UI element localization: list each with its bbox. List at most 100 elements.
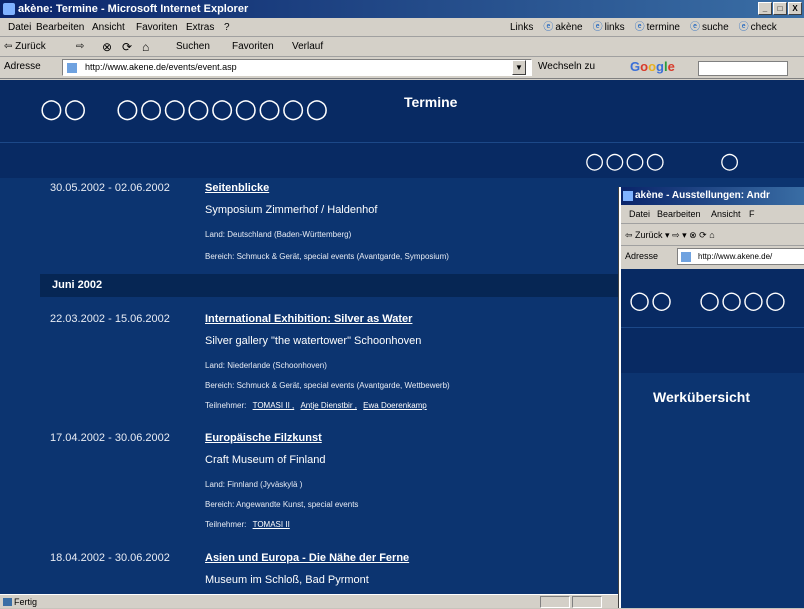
google-logo-g: G [630, 59, 641, 74]
event-bereich: Bereich: Schmuck & Gerät, special events… [205, 381, 450, 390]
close-button[interactable]: X [788, 2, 802, 15]
status-text: Fertig [14, 597, 38, 607]
link-suche[interactable]: suche [690, 18, 729, 37]
event-title-link[interactable]: Asien und Europa - Die Nähe der Ferne [205, 552, 409, 564]
menu-bearbeiten[interactable]: Bearbeiten [657, 205, 701, 224]
participant-link[interactable]: Ewa Doerenkamp [363, 401, 427, 410]
second-page-content: ○○ ○○○○ Werkübersicht [621, 269, 804, 608]
werkuebersicht-heading: Werkübersicht [653, 389, 750, 405]
status-segment [540, 596, 570, 608]
go-button[interactable]: Wechseln zu [538, 61, 595, 72]
nav-right-circles[interactable]: ○○○○ [585, 149, 666, 175]
search-button[interactable]: Suchen [176, 37, 210, 57]
maximize-button[interactable]: □ [773, 2, 787, 15]
menu-favoriten[interactable]: F [749, 205, 755, 224]
link-termine[interactable]: termine [635, 18, 680, 37]
links-bar: Links akène links termine suche check [510, 18, 777, 37]
event-date: 18.04.2002 - 30.06.2002 [50, 552, 170, 564]
forward-button[interactable]: ⇨ [76, 37, 84, 57]
page-icon [67, 63, 77, 73]
history-button[interactable]: Verlauf [292, 37, 323, 57]
link-akene[interactable]: akène [543, 18, 582, 37]
second-browser-window[interactable]: akène - Ausstellungen: Andr Datei Bearbe… [619, 187, 804, 608]
month-header: Juni 2002 [40, 274, 620, 297]
link-links[interactable]: links [593, 18, 625, 37]
second-toolbar[interactable]: ⇦ Zurück ▾ ⇨ ▾ ⊗ ⟳ ⌂ [621, 224, 804, 246]
window-title: akène: Termine - Microsoft Internet Expl… [18, 3, 249, 15]
page-title: Termine [404, 94, 458, 110]
site-header: ○○ ○○○○○○○○○ Termine [0, 80, 804, 142]
google-toolbar: Google [630, 59, 800, 77]
nav-strip: ○○○○ ○ [0, 142, 804, 178]
menu-extras[interactable]: Extras [186, 18, 214, 37]
event-venue: Silver gallery "the watertower" Schoonho… [205, 335, 422, 347]
event-land: Land: Finnland (Jyväskylä ) [205, 480, 303, 489]
teilnehmer-label: Teilnehmer: [205, 401, 247, 410]
second-menu-bar: Datei Bearbeiten Ansicht F [621, 205, 804, 224]
menu-help[interactable]: ? [224, 18, 230, 37]
event-venue: Symposium Zimmerhof / Haldenhof [205, 204, 378, 216]
logo-circles[interactable]: ○○ [629, 287, 673, 313]
nav-circles[interactable]: ○○○○○○○○○ [116, 96, 329, 122]
event-date: 22.03.2002 - 15.06.2002 [50, 313, 170, 325]
menu-datei[interactable]: Datei [8, 18, 31, 37]
event-title-link[interactable]: International Exhibition: Silver as Wate… [205, 313, 412, 325]
event-title-link[interactable]: Seitenblicke [205, 182, 269, 194]
google-logo-o2: o [648, 59, 657, 74]
google-search-input[interactable] [698, 61, 788, 76]
event-venue: Craft Museum of Finland [205, 454, 326, 466]
address-url: http://www.akene.de/events/event.asp [85, 62, 237, 72]
logo-circles[interactable]: ○○ [40, 96, 87, 122]
participant-link[interactable]: TOMASI II , [253, 401, 295, 410]
address-input[interactable]: http://www.akene.de/ [677, 248, 804, 265]
event-teilnehmer: Teilnehmer: TOMASI II [205, 520, 290, 529]
event-date: 17.04.2002 - 30.06.2002 [50, 432, 170, 444]
event-title-link[interactable]: Europäische Filzkunst [205, 432, 322, 444]
second-window-title: akène - Ausstellungen: Andr [635, 190, 770, 201]
menu-ansicht[interactable]: Ansicht [92, 18, 125, 37]
link-check[interactable]: check [739, 18, 777, 37]
ie-logo-icon [3, 3, 15, 15]
participant-link[interactable]: TOMASI II [253, 520, 290, 529]
status-segment [572, 596, 602, 608]
stop-icon[interactable]: ⊗ [102, 37, 112, 57]
event-venue: Museum im Schloß, Bad Pyrmont [205, 574, 369, 586]
menu-bearbeiten[interactable]: Bearbeiten [36, 18, 84, 37]
refresh-icon[interactable]: ⟳ [122, 37, 132, 57]
google-logo-e: e [667, 59, 675, 74]
second-window-titlebar[interactable]: akène - Ausstellungen: Andr [621, 187, 804, 205]
page-done-icon [3, 598, 12, 606]
event-land: Land: Deutschland (Baden-Württemberg) [205, 230, 352, 239]
address-input[interactable]: http://www.akene.de/events/event.asp [62, 59, 532, 76]
window-titlebar[interactable]: akène: Termine - Microsoft Internet Expl… [0, 0, 804, 18]
menu-datei[interactable]: Datei [629, 205, 650, 224]
second-nav-strip [621, 327, 804, 373]
nav-right-circle[interactable]: ○ [720, 149, 740, 175]
standard-toolbar: ⇦ Zurück ⇨ ⊗ ⟳ ⌂ Suchen Favoriten Verlau… [0, 37, 804, 57]
event-date: 30.05.2002 - 02.06.2002 [50, 182, 170, 194]
event-bereich: Bereich: Schmuck & Gerät, special events… [205, 252, 449, 261]
favorites-button[interactable]: Favoriten [232, 37, 274, 57]
nav-circles[interactable]: ○○○○ [699, 287, 787, 313]
event-bereich: Bereich: Angewandte Kunst, special event… [205, 500, 359, 509]
address-label: Adresse [4, 61, 41, 72]
ie-logo-icon [623, 191, 633, 201]
event-land: Land: Niederlande (Schoonhoven) [205, 361, 327, 370]
home-icon[interactable]: ⌂ [142, 37, 149, 57]
address-label: Adresse [625, 251, 659, 261]
teilnehmer-label: Teilnehmer: [205, 520, 247, 529]
second-site-header: ○○ ○○○○ [621, 269, 804, 327]
google-logo-o1: o [640, 59, 649, 74]
second-address-bar: Adresse http://www.akene.de/ [621, 246, 804, 268]
minimize-button[interactable]: _ [758, 2, 772, 15]
menu-ansicht[interactable]: Ansicht [711, 205, 741, 224]
google-logo-g2: g [656, 59, 664, 74]
menu-favoriten[interactable]: Favoriten [136, 18, 178, 37]
page-icon [681, 252, 691, 262]
participant-link[interactable]: Antje Dienstbir , [300, 401, 356, 410]
links-label: Links [510, 22, 534, 33]
address-dropdown-button[interactable]: ▼ [512, 60, 526, 75]
back-button[interactable]: ⇦ Zurück [4, 37, 46, 57]
menu-bar: Datei Bearbeiten Ansicht Favoriten Extra… [0, 18, 804, 37]
event-teilnehmer: Teilnehmer: TOMASI II , Antje Dienstbir … [205, 401, 427, 410]
